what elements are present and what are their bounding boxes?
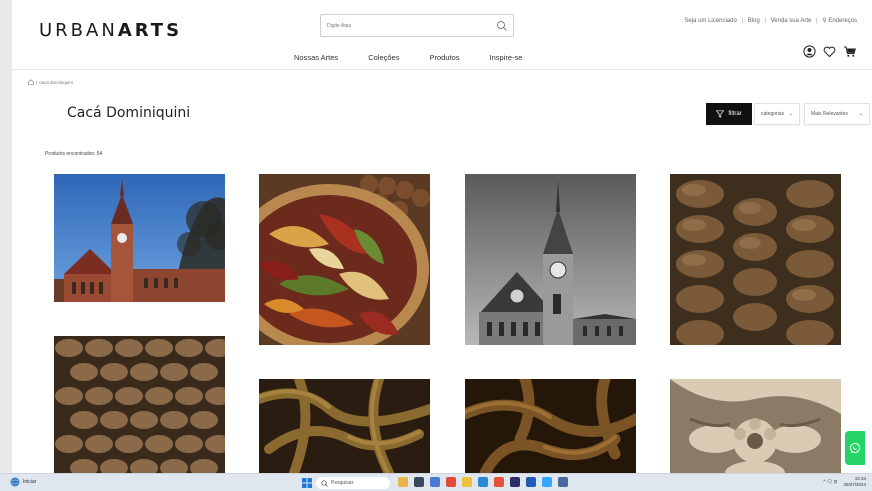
start-label: Iniciar: [23, 479, 37, 485]
nav-colecoes[interactable]: Coleções: [368, 53, 399, 62]
link-enderecos[interactable]: Endereços: [828, 18, 857, 24]
taskbar-app-icon[interactable]: [494, 477, 504, 487]
browser-page: URBANARTS Seja um Licenciado | Blog | Ve…: [12, 0, 872, 473]
separator: |: [764, 18, 766, 24]
product-image-church-bw[interactable]: [465, 174, 636, 345]
windows-taskbar: Iniciar Pesquisar ^ 🗨 ⊡ 10:34 26/07/2024: [0, 473, 872, 491]
header-icons: [803, 45, 857, 58]
product-image-cable-knit[interactable]: [670, 174, 841, 345]
tray-icons[interactable]: ^ 🗨 ⊡: [823, 479, 837, 485]
search-box[interactable]: [320, 14, 514, 37]
windows-logo-icon[interactable]: [302, 478, 312, 488]
taskbar-app-icon[interactable]: [462, 477, 472, 487]
category-select-value: categorias: [761, 111, 785, 117]
top-links: Seja um Licenciado | Blog | Venda sua Ar…: [684, 17, 857, 24]
nav-produtos[interactable]: Produtos: [429, 53, 459, 62]
page-title: Cacá Dominiquini: [67, 105, 191, 121]
sort-select[interactable]: Mais Relevantes ⌄: [804, 103, 870, 125]
separator: |: [816, 18, 818, 24]
taskbar-search[interactable]: Pesquisar: [316, 477, 390, 489]
system-tray: ^ 🗨 ⊡ 10:34 26/07/2024: [823, 476, 866, 488]
breadcrumb: / caca dominiquini: [28, 79, 73, 85]
product-image-woven-rope[interactable]: [54, 336, 225, 473]
product-card[interactable]: [259, 379, 430, 473]
taskbar-app-icon[interactable]: [446, 477, 456, 487]
link-venda-sua-arte[interactable]: Venda sua Arte: [771, 18, 812, 24]
taskbar-app-icon[interactable]: [478, 477, 488, 487]
taskbar-app-icon[interactable]: [510, 477, 520, 487]
filter-label: filtrar: [728, 111, 742, 117]
product-card[interactable]: [54, 336, 225, 473]
nav-nossas-artes[interactable]: Nossas Artes: [294, 53, 338, 62]
taskbar-app-icon[interactable]: [430, 477, 440, 487]
globe-icon: [10, 477, 20, 487]
product-card[interactable]: [465, 379, 636, 473]
taskbar-app-icon[interactable]: [542, 477, 552, 487]
taskbar-app-icon[interactable]: [558, 477, 568, 487]
link-blog[interactable]: Blog: [748, 18, 760, 24]
breadcrumb-separator: /: [36, 79, 38, 85]
main-nav: Nossas Artes Coleções Produtos Inspire-s…: [294, 53, 552, 62]
sort-select-value: Mais Relevantes: [811, 111, 848, 117]
heart-icon[interactable]: [823, 46, 836, 58]
chevron-down-icon: ⌄: [858, 111, 863, 117]
logo-text-light: URBAN: [39, 20, 118, 41]
search-icon[interactable]: [496, 20, 508, 32]
taskbar-app-icon[interactable]: [398, 477, 408, 487]
product-image-carved-ornament[interactable]: [670, 379, 841, 473]
logo-text-bold: ARTS: [117, 20, 183, 41]
product-card[interactable]: [54, 174, 225, 302]
funnel-icon: [716, 110, 725, 118]
product-card[interactable]: [259, 174, 430, 345]
category-select[interactable]: categorias ⌄: [754, 103, 800, 125]
separator: |: [741, 18, 744, 24]
product-image-dried-leaves-bowl[interactable]: [259, 174, 430, 345]
whatsapp-icon: [849, 442, 861, 454]
products-found-count: Produtos encontrados: 54: [45, 151, 103, 157]
start-button[interactable]: Iniciar: [10, 477, 36, 487]
cart-icon[interactable]: [843, 45, 857, 58]
clock-date: 26/07/2024: [843, 482, 866, 487]
search-icon: [321, 479, 328, 487]
home-icon[interactable]: [28, 79, 34, 85]
product-image-church-color[interactable]: [54, 174, 225, 302]
user-icon[interactable]: [803, 45, 816, 58]
clock[interactable]: 10:34 26/07/2024: [843, 476, 866, 488]
product-card[interactable]: [465, 174, 636, 345]
site-logo[interactable]: URBANARTS: [39, 20, 182, 41]
product-card[interactable]: [670, 174, 841, 345]
taskbar-app-icon[interactable]: [526, 477, 536, 487]
product-image-wood-roots[interactable]: [259, 379, 430, 473]
filter-button[interactable]: filtrar: [706, 103, 752, 125]
taskbar-apps: [398, 477, 568, 487]
nav-inspire-se[interactable]: Inspire-se: [490, 53, 523, 62]
taskbar-search-label: Pesquisar: [331, 480, 354, 486]
taskbar-app-icon[interactable]: [414, 477, 424, 487]
product-image-wood-roots-dark[interactable]: [465, 379, 636, 473]
breadcrumb-current[interactable]: caca dominiquini: [39, 80, 73, 85]
location-pin-icon: ⚲: [822, 18, 827, 24]
product-card[interactable]: [670, 379, 841, 473]
link-seja-licenciado[interactable]: Seja um Licenciado: [684, 18, 736, 24]
chevron-down-icon: ⌄: [788, 111, 793, 117]
site-header: URBANARTS Seja um Licenciado | Blog | Ve…: [12, 0, 872, 70]
whatsapp-button[interactable]: [845, 431, 865, 465]
search-input[interactable]: [327, 19, 487, 33]
